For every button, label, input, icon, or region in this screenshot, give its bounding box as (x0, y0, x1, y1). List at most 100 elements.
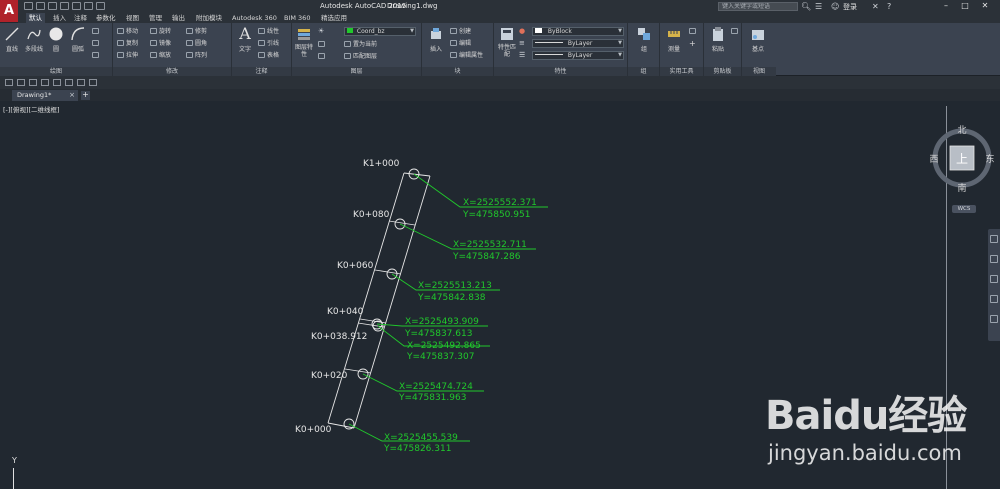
move-button[interactable]: 移动 (117, 27, 138, 36)
orbit-icon[interactable] (990, 295, 998, 303)
draw-panel-title[interactable]: 绘图 (0, 67, 112, 76)
edit-attributes-button[interactable]: 编辑属性 (450, 51, 483, 60)
new-tab-button[interactable]: + (81, 91, 90, 100)
tab-home[interactable]: 默认 (26, 13, 45, 23)
base-point-tool[interactable]: 基点 (747, 26, 769, 53)
measure-tool[interactable]: 测量 (663, 26, 685, 53)
block-panel-title[interactable]: 块 (422, 67, 493, 76)
bulb-icon[interactable]: ☀ (318, 27, 324, 36)
line-tool[interactable]: 直线 (1, 26, 23, 53)
insert-block-tool[interactable]: 插入 (425, 26, 447, 53)
layer-isolate-icon[interactable] (318, 52, 327, 61)
redo-icon[interactable] (96, 2, 105, 10)
annotation-panel-title[interactable]: 注释 (232, 67, 291, 76)
tab-bim-360[interactable]: BIM 360 (281, 13, 313, 23)
undo-icon[interactable] (84, 2, 93, 10)
layer-off-icon[interactable] (318, 40, 327, 49)
tab-insert[interactable]: 插入 (50, 13, 69, 23)
new-file-icon[interactable] (5, 79, 13, 86)
copy-clip-icon[interactable] (731, 27, 740, 36)
search-icon[interactable]: 🔍︎ (801, 2, 811, 11)
modify-panel-title[interactable]: 修改 (113, 67, 231, 76)
new-icon[interactable] (24, 2, 33, 10)
region-icon[interactable] (92, 51, 101, 60)
close-button[interactable]: ✕ (978, 1, 992, 11)
text-tool[interactable]: A 文字 (234, 26, 256, 54)
stretch-button[interactable]: 拉伸 (117, 51, 138, 60)
linetype-dropdown[interactable]: ByLayer ▼ (532, 51, 624, 60)
user-icon[interactable]: ☺ (831, 2, 839, 11)
make-current-button[interactable]: 置为当前 (344, 40, 377, 49)
tab-addins[interactable]: 附加模块 (193, 13, 225, 23)
maximize-button[interactable]: □ (958, 1, 972, 11)
linear-dim-button[interactable]: 线性 (258, 27, 279, 36)
rectangle-icon[interactable] (92, 27, 101, 36)
tab-manage[interactable]: 管理 (146, 13, 165, 23)
application-menu-button[interactable]: A (0, 0, 18, 22)
tab-featured-apps[interactable]: 精选应用 (318, 13, 350, 23)
clipboard-panel-title[interactable]: 剪贴板 (704, 67, 741, 76)
properties-panel-title[interactable]: 特性 (494, 67, 627, 76)
tab-annotate[interactable]: 注释 (71, 13, 90, 23)
share-icon[interactable] (77, 79, 85, 86)
array-button[interactable]: 阵列 (186, 51, 207, 60)
trim-button[interactable]: 修剪 (186, 27, 207, 36)
save-icon[interactable] (48, 2, 57, 10)
layer-properties-tool[interactable]: 图层特性 (293, 26, 315, 58)
close-icon[interactable]: × (69, 90, 75, 101)
color-wheel-icon[interactable]: ● (519, 27, 525, 36)
tab-output[interactable]: 输出 (169, 13, 188, 23)
edit-block-button[interactable]: 编辑 (450, 39, 471, 48)
pan-icon[interactable] (990, 255, 998, 263)
search-input[interactable]: 键入关键字或短语 (718, 2, 798, 11)
save-file-icon[interactable] (29, 79, 37, 86)
scale-button[interactable]: 缩放 (150, 51, 171, 60)
quick-select-icon[interactable] (689, 27, 698, 36)
utilities-panel-title[interactable]: 实用工具 (660, 67, 703, 76)
create-block-button[interactable]: 创建 (450, 27, 471, 36)
tab-view[interactable]: 视图 (123, 13, 142, 23)
compass-east[interactable]: 东 (985, 153, 994, 165)
undo-strip-icon[interactable] (53, 79, 61, 86)
layers-panel-title[interactable]: 图层 (292, 67, 421, 76)
match-properties-tool[interactable]: 特性匹配 (496, 26, 518, 58)
match-layer-button[interactable]: 匹配图层 (344, 52, 377, 61)
view-panel-title[interactable]: 视图 (742, 67, 776, 76)
compass-south[interactable]: 南 (957, 182, 966, 194)
workspace-icon[interactable] (89, 79, 97, 86)
help-icon[interactable]: ? (887, 2, 891, 11)
mirror-button[interactable]: 镜像 (150, 39, 171, 48)
subscription-icon[interactable]: ☰ (815, 2, 822, 11)
minimize-button[interactable]: – (939, 1, 953, 11)
circle-tool[interactable]: 圆 (45, 26, 67, 53)
copy-button[interactable]: 复制 (117, 39, 138, 48)
fillet-button[interactable]: 圆角 (186, 39, 207, 48)
login-button[interactable]: 登录 (843, 2, 857, 12)
exchange-icon[interactable]: ✕ (872, 2, 879, 11)
steering-wheel-icon[interactable] (990, 235, 998, 243)
table-button[interactable]: 表格 (258, 51, 279, 60)
linetype-icon[interactable]: ☰ (519, 51, 525, 60)
paste-tool[interactable]: 粘贴 (707, 26, 729, 53)
groups-panel-title[interactable]: 组 (628, 67, 659, 76)
print-icon[interactable] (72, 2, 81, 10)
showmotion-icon[interactable] (990, 315, 998, 323)
wcs-menu[interactable]: WCS (952, 205, 976, 213)
add-icon[interactable]: + (689, 39, 696, 48)
save-as-icon[interactable] (60, 2, 69, 10)
open-file-icon[interactable] (17, 79, 25, 86)
open-icon[interactable] (36, 2, 45, 10)
polyline-tool[interactable]: 多段线 (23, 26, 45, 53)
file-tab-drawing1[interactable]: Drawing1* × (12, 90, 78, 101)
redo-strip-icon[interactable] (65, 79, 73, 86)
compass-north[interactable]: 北 (957, 125, 966, 136)
zoom-icon[interactable] (990, 275, 998, 283)
compass-west[interactable]: 西 (930, 154, 939, 165)
lineweight-dropdown[interactable]: ByLayer ▼ (532, 39, 624, 48)
hatch-icon[interactable] (92, 39, 101, 48)
leader-button[interactable]: 引线 (258, 39, 279, 48)
lineweight-icon[interactable]: ≡ (519, 39, 525, 48)
group-tool[interactable]: 组 (633, 26, 655, 53)
viewcube[interactable]: 上 北 南 西 东 (930, 121, 994, 195)
color-dropdown[interactable]: ByBlock ▼ (532, 27, 624, 36)
